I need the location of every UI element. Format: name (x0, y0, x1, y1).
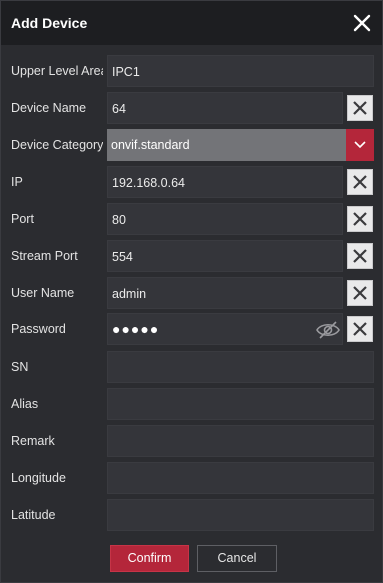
clear-icon (353, 249, 367, 263)
row-device-name: Device Name 64 (1, 92, 382, 124)
upper-level-area-field[interactable]: IPC1 (107, 55, 374, 87)
stream-port-label: Stream Port (11, 249, 78, 263)
password-label: Password (11, 322, 66, 336)
add-device-dialog: Add Device Upper Level Area IPC1 Device … (0, 0, 383, 583)
port-clear-button[interactable] (347, 206, 373, 232)
sn-label: SN (11, 360, 29, 374)
user-name-value: admin (112, 287, 147, 301)
longitude-input[interactable] (107, 462, 374, 494)
clear-icon (353, 286, 367, 300)
ip-value: 192.168.0.64 (112, 176, 185, 190)
password-input[interactable]: ●●●●● (107, 313, 343, 345)
user-name-clear-button[interactable] (347, 280, 373, 306)
confirm-button[interactable]: Confirm (110, 545, 189, 572)
device-name-input[interactable]: 64 (107, 92, 343, 124)
clear-icon (353, 212, 367, 226)
row-password: Password ●●●●● (1, 313, 382, 345)
upper-level-area-value: IPC1 (112, 65, 140, 79)
device-category-value: onvif.standard (111, 138, 190, 152)
clear-icon (353, 101, 367, 115)
password-masked-value: ●●●●● (112, 321, 160, 337)
cancel-button[interactable]: Cancel (197, 545, 277, 572)
dialog-title: Add Device (11, 15, 88, 31)
device-category-select[interactable]: onvif.standard (107, 129, 374, 161)
user-name-input[interactable]: admin (107, 277, 343, 309)
upper-level-area-label: Upper Level Area (11, 64, 103, 78)
row-stream-port: Stream Port 554 (1, 240, 382, 272)
device-category-dropdown-button[interactable] (346, 129, 374, 161)
longitude-label: Longitude (11, 471, 66, 485)
row-alias: Alias (1, 388, 382, 420)
remark-input[interactable] (107, 425, 374, 457)
row-sn: SN (1, 351, 382, 383)
port-input[interactable]: 80 (107, 203, 343, 235)
password-clear-button[interactable] (347, 316, 373, 342)
row-upper-level-area: Upper Level Area IPC1 (1, 55, 382, 87)
latitude-label: Latitude (11, 508, 56, 522)
device-name-value: 64 (112, 102, 126, 116)
alias-input[interactable] (107, 388, 374, 420)
device-name-label: Device Name (11, 101, 87, 115)
row-latitude: Latitude (1, 499, 382, 531)
row-longitude: Longitude (1, 462, 382, 494)
remark-label: Remark (11, 434, 55, 448)
clear-icon (353, 322, 367, 336)
row-ip: IP 192.168.0.64 (1, 166, 382, 198)
sn-input[interactable] (107, 351, 374, 383)
stream-port-clear-button[interactable] (347, 243, 373, 269)
clear-icon (353, 175, 367, 189)
chevron-down-icon (354, 141, 366, 149)
row-port: Port 80 (1, 203, 382, 235)
port-label: Port (11, 212, 34, 226)
eye-slash-icon[interactable] (316, 321, 340, 339)
dialog-titlebar: Add Device (1, 1, 382, 45)
ip-label: IP (11, 175, 23, 189)
close-icon[interactable] (351, 12, 373, 34)
stream-port-input[interactable]: 554 (107, 240, 343, 272)
latitude-input[interactable] (107, 499, 374, 531)
device-name-clear-button[interactable] (347, 95, 373, 121)
user-name-label: User Name (11, 286, 75, 300)
alias-label: Alias (11, 397, 39, 411)
row-user-name: User Name admin (1, 277, 382, 309)
device-category-label: Device Category (11, 138, 103, 152)
stream-port-value: 554 (112, 250, 133, 264)
ip-clear-button[interactable] (347, 169, 373, 195)
port-value: 80 (112, 213, 126, 227)
row-remark: Remark (1, 425, 382, 457)
ip-input[interactable]: 192.168.0.64 (107, 166, 343, 198)
row-device-category: Device Category onvif.standard (1, 129, 382, 161)
